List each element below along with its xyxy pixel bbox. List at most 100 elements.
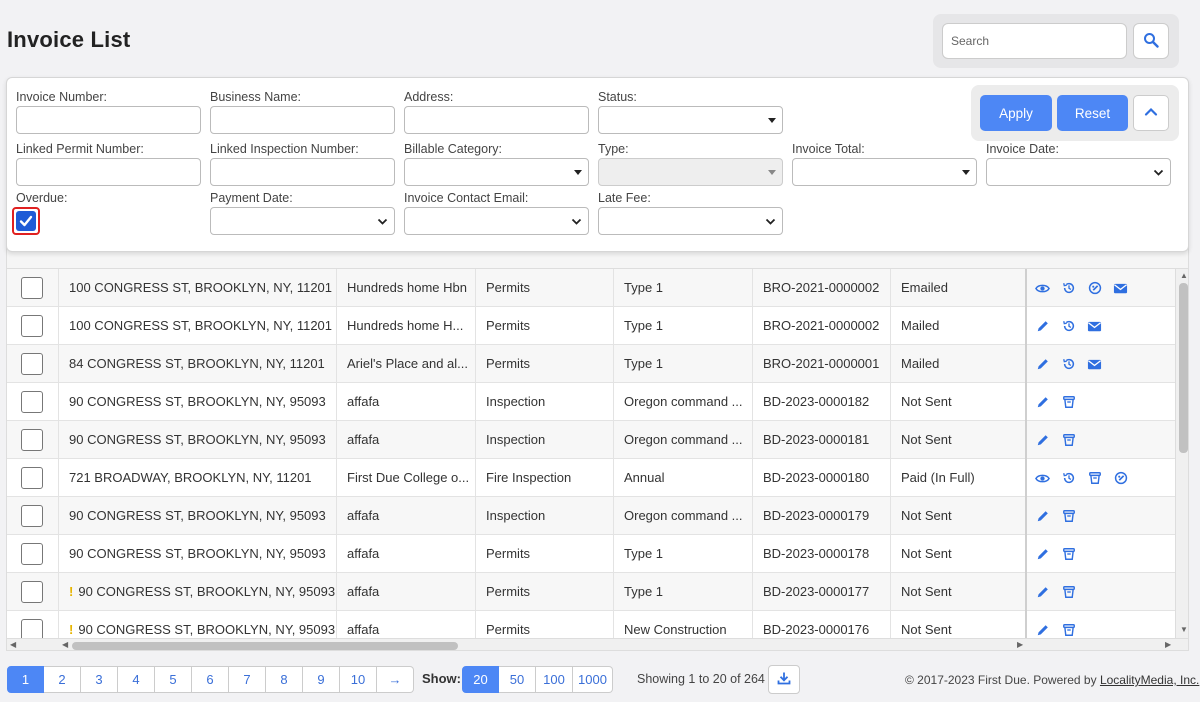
invoice-number-field[interactable] [16,106,201,134]
delete-icon[interactable] [1061,509,1076,524]
vertical-scrollbar[interactable]: ▲ ▼ [1175,269,1188,639]
status-cell-text: Mailed [901,356,940,371]
page-7-button[interactable]: 7 [229,666,266,693]
linked-permit-number-field[interactable] [16,158,201,186]
delete-icon[interactable] [1061,585,1076,600]
edit-icon[interactable] [1035,547,1050,562]
status-cell-text: Emailed [901,280,948,295]
table-row: 90 CONGRESS ST, BROOKLYN, NY, 95093 affaf… [7,535,1188,573]
email-icon[interactable] [1113,281,1128,296]
overdue-checkbox[interactable] [12,207,40,235]
overdue-label: Overdue: [16,191,68,205]
page-6-button[interactable]: 6 [192,666,229,693]
invoice-total-select[interactable] [792,158,977,186]
billable-category-select[interactable] [404,158,589,186]
page-1-button[interactable]: 1 [7,666,44,693]
page-size-20-button[interactable]: 20 [462,666,499,693]
page-size-1000-button[interactable]: 1000 [573,666,613,693]
edit-icon[interactable] [1035,357,1050,372]
invoice-date-select[interactable] [986,158,1171,186]
linked-inspection-number-field[interactable] [210,158,395,186]
collapse-filters-button[interactable] [1133,95,1169,131]
row-checkbox[interactable] [21,505,43,527]
edit-icon[interactable] [1035,509,1050,524]
status-select[interactable] [598,106,783,134]
invoice-number-label: Invoice Number: [16,90,108,104]
download-button[interactable] [768,665,800,694]
page-size-100-button[interactable]: 100 [536,666,573,693]
status-label: Status: [598,90,637,104]
delete-icon[interactable] [1061,395,1076,410]
page-3-button[interactable]: 3 [81,666,118,693]
row-checkbox[interactable] [21,467,43,489]
email-icon[interactable] [1087,319,1102,334]
page-size-selector: 20 50 100 1000 [462,666,613,693]
invoice-number-cell-text: BD-2023-0000181 [763,432,870,447]
billable-category-cell-text: Inspection [486,508,546,523]
address-field[interactable] [404,106,589,134]
horizontal-scrollbar[interactable]: ◀ ◀ ▶ ▶ [7,638,1188,650]
payment-icon[interactable] [1087,281,1102,296]
search-input[interactable] [942,23,1127,59]
status-cell: Not Sent [890,497,1025,535]
caret-down-icon [962,170,970,175]
page-8-button[interactable]: 8 [266,666,303,693]
page-4-button[interactable]: 4 [118,666,155,693]
row-checkbox[interactable] [21,391,43,413]
row-checkbox[interactable] [21,353,43,375]
caret-down-icon [574,170,582,175]
business-name-cell-text: affafa [347,508,380,523]
reset-button[interactable]: Reset [1057,95,1128,131]
row-select-cell [7,459,58,497]
filter-actions: Apply Reset [971,85,1179,141]
localitymedia-link[interactable]: LocalityMedia, Inc. [1100,673,1199,687]
payment-icon[interactable] [1113,471,1128,486]
row-checkbox[interactable] [21,429,43,451]
delete-icon[interactable] [1061,623,1076,638]
address-label: Address: [404,90,454,104]
invoice-contact-email-select[interactable] [404,207,589,235]
edit-icon[interactable] [1035,585,1050,600]
edit-icon[interactable] [1035,395,1050,410]
page-10-button[interactable]: 10 [340,666,377,693]
vertical-scroll-thumb[interactable] [1179,283,1188,453]
next-page-button[interactable]: → [377,666,414,693]
edit-icon[interactable] [1035,433,1050,448]
history-icon[interactable] [1061,357,1076,372]
actions-cell [1025,383,1175,421]
row-checkbox[interactable] [21,581,43,603]
history-icon[interactable] [1061,471,1076,486]
billable-category-cell-text: Permits [486,546,531,561]
billable-category-cell-text: Permits [486,584,531,599]
late-fee-select[interactable] [598,207,783,235]
history-icon[interactable] [1061,281,1076,296]
row-checkbox[interactable] [21,543,43,565]
delete-icon[interactable] [1061,433,1076,448]
row-checkbox[interactable] [21,277,43,299]
page-9-button[interactable]: 9 [303,666,340,693]
business-name-field[interactable] [210,106,395,134]
page-2-button[interactable]: 2 [44,666,81,693]
invoice-number-cell: BD-2023-0000178 [752,535,890,573]
apply-button[interactable]: Apply [980,95,1052,131]
view-icon[interactable] [1035,281,1050,296]
row-checkbox[interactable] [21,315,43,337]
view-icon[interactable] [1035,471,1050,486]
page-size-50-button[interactable]: 50 [499,666,536,693]
status-cell-text: Not Sent [901,546,952,561]
search-button[interactable] [1133,23,1169,59]
scroll-left-icon-2: ◀ [62,640,69,649]
delete-icon[interactable] [1087,471,1102,486]
chevron-up-icon [1144,105,1158,122]
delete-icon[interactable] [1061,547,1076,562]
scroll-right-icon: ▶ [1017,640,1024,649]
email-icon[interactable] [1087,357,1102,372]
edit-icon[interactable] [1035,623,1050,638]
address-cell-text: 84 CONGRESS ST, BROOKLYN, NY, 11201 [69,356,325,371]
history-icon[interactable] [1061,319,1076,334]
payment-date-select[interactable] [210,207,395,235]
row-select-cell [7,421,58,459]
page-5-button[interactable]: 5 [155,666,192,693]
edit-icon[interactable] [1035,319,1050,334]
horizontal-scroll-thumb[interactable] [72,642,458,650]
